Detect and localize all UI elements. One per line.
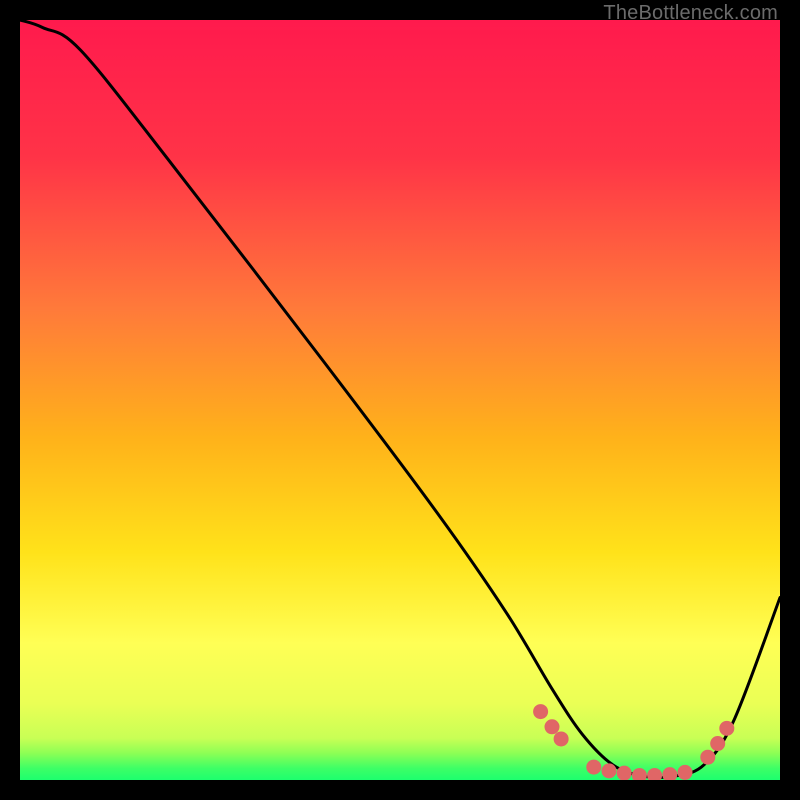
data-dot — [678, 765, 693, 780]
data-dot — [710, 736, 725, 751]
data-dot — [533, 704, 548, 719]
attribution-text: TheBottleneck.com — [603, 2, 778, 25]
chart-frame: TheBottleneck.com — [0, 0, 800, 800]
data-dot — [602, 763, 617, 778]
data-dot — [554, 731, 569, 746]
data-dot — [617, 766, 632, 780]
gradient-background — [20, 20, 780, 780]
data-dot — [719, 721, 734, 736]
data-dot — [700, 750, 715, 765]
plot-area — [20, 20, 780, 780]
chart-svg — [20, 20, 780, 780]
data-dot — [586, 760, 601, 775]
data-dot — [545, 719, 560, 734]
